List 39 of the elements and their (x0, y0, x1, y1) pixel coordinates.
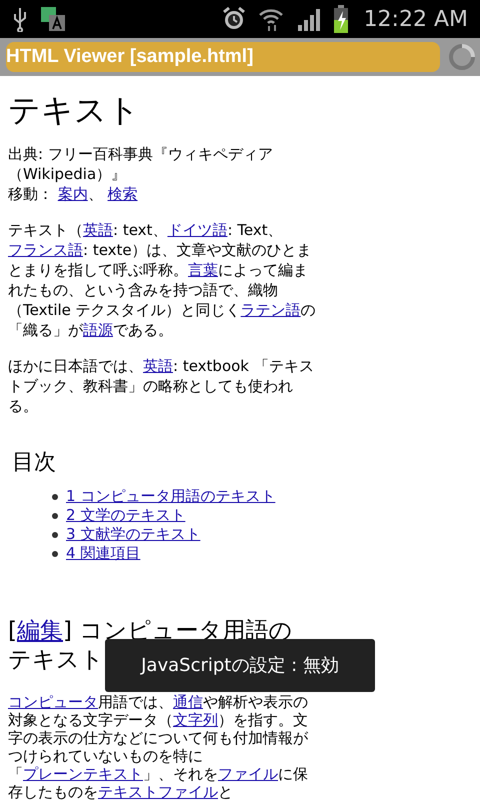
paragraph: テキスト（英語: text、ドイツ語: Text、 フランス語: texte）は、文章や文献のひとまとまりを指して呼ぶ呼称。言葉によって編まれたもの、という含みを持つ語で、織物（Textile テクスタイル）と同じく ラテン語の「織る」が語源である。 (8, 220, 316, 340)
toc-link[interactable]: 1 コンピュータ用語のテキスト (66, 487, 276, 506)
bullet-icon (52, 532, 58, 538)
link[interactable]: ラテン語 (240, 301, 301, 319)
link[interactable]: 文字列 (173, 711, 218, 729)
link[interactable]: フランス語 (8, 241, 83, 259)
translate-icon (40, 6, 66, 32)
navigation-line: 移動： 案内、 検索 (8, 184, 139, 204)
link[interactable]: コンピュータ (8, 693, 98, 711)
bullet-icon (52, 494, 58, 500)
battery-icon (334, 5, 348, 33)
link[interactable]: 英語 (143, 357, 173, 375)
link[interactable]: 通信 (173, 693, 203, 711)
toc-link[interactable]: 3 文献学のテキスト (66, 525, 200, 544)
link[interactable]: ファイル (218, 765, 278, 783)
link[interactable]: 案内 (58, 185, 88, 203)
window-title: HTML Viewer [sample.html] (6, 44, 254, 69)
link[interactable]: 検索 (108, 185, 138, 203)
link[interactable]: 語源 (83, 321, 113, 339)
toc-heading: 目次 (11, 449, 57, 477)
bullet-icon (52, 512, 58, 518)
link[interactable]: プレーンテキスト (23, 765, 143, 783)
toc-link[interactable]: 2 文学のテキスト (66, 506, 186, 525)
page-heading: テキスト (8, 90, 141, 130)
usb-icon (12, 6, 28, 32)
toc-link[interactable]: 4 関連項目 (66, 544, 140, 563)
paragraph: ほかに日本語では、英語: textbook 「テキストブック、教科書」の略称としても使われる。 (8, 356, 315, 416)
link[interactable]: 言葉 (188, 261, 218, 279)
clock-time: 12:22 AM (364, 6, 468, 34)
paragraph: コンピュータ用語では、通信や解析や表示の対象となる文字データ（文字列）を指す。文字の表示の仕方などについて何も付加情報がつけられていないものを特に「プレーンテキスト」、それをファイルに保存したものをテキストファイルと (8, 693, 309, 800)
link[interactable]: テキストファイル (98, 783, 218, 800)
link[interactable]: ドイツ語 (167, 221, 228, 239)
alarm-icon (222, 6, 246, 32)
link[interactable]: 編集 (16, 618, 63, 644)
bullet-icon (52, 550, 58, 556)
signal-icon (296, 6, 322, 32)
toast-message: JavaScriptの設定 : 無効 (105, 639, 375, 692)
source-line: 出典: フリー百科事典『ウィキペディア（Wikipedia）』 (8, 144, 274, 184)
link[interactable]: 英語 (83, 221, 113, 239)
